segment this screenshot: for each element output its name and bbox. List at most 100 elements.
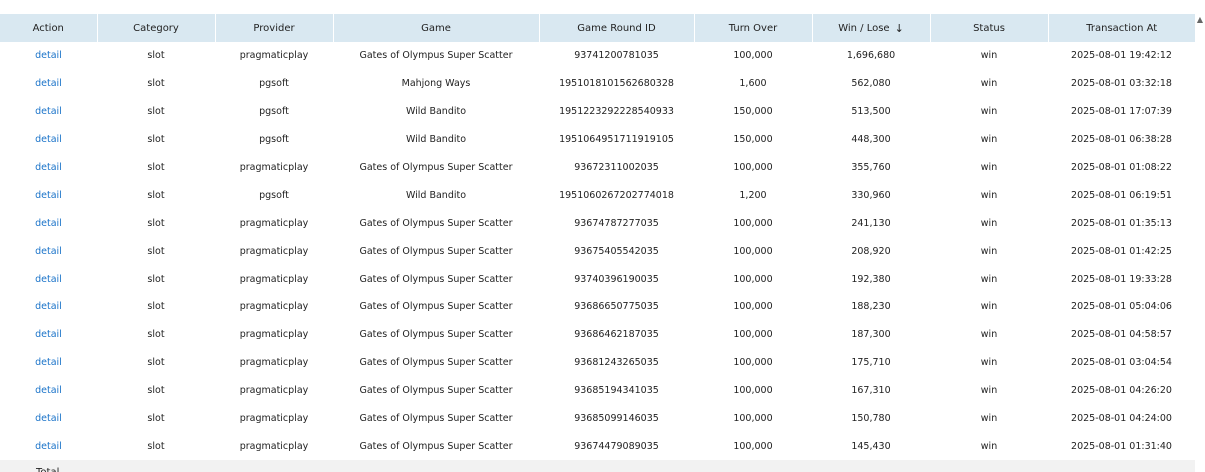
- game-cell: Gates of Olympus Super Scatter: [359, 217, 513, 229]
- table-header-row: Action Category Provider Game Game Round…: [0, 14, 1195, 42]
- column-header-status[interactable]: Status: [930, 14, 1049, 42]
- detail-link[interactable]: detail: [0, 42, 97, 70]
- transaction-at-cell: 2025-08-01 17:07:39: [1071, 106, 1172, 118]
- detail-link[interactable]: detail: [0, 181, 97, 209]
- transactions-table: Action Category Provider Game Game Round…: [0, 14, 1195, 472]
- category-cell: slot: [147, 217, 165, 229]
- provider-cell: pgsoft: [259, 106, 289, 118]
- table-row: detail slot pragmaticplay Gates of Olympus …: [0, 349, 1195, 377]
- status-cell: win: [980, 217, 998, 229]
- turn-over-cell: 150,000: [733, 134, 773, 146]
- scroll-up-arrow-icon[interactable]: ▲: [1195, 14, 1205, 26]
- turn-over-cell: 100,000: [733, 385, 773, 397]
- provider-cell: pragmaticplay: [239, 50, 309, 62]
- table-row: detail slot pgsoft Wild Bandito 195106495171…: [0, 126, 1195, 154]
- provider-cell: pgsoft: [259, 78, 289, 90]
- game-cell: Gates of Olympus Super Scatter: [359, 273, 513, 285]
- table-footer-row: Total: [0, 460, 1195, 472]
- status-cell: win: [980, 245, 998, 257]
- category-cell: slot: [147, 273, 165, 285]
- column-header-game[interactable]: Game: [333, 14, 540, 42]
- detail-link[interactable]: detail: [0, 70, 97, 98]
- detail-link[interactable]: detail: [0, 349, 97, 377]
- game-round-id-cell: 93672311002035: [574, 162, 659, 173]
- win-lose-cell: 448,300: [851, 134, 891, 146]
- game-cell: Gates of Olympus Super Scatter: [359, 385, 513, 397]
- column-header-transaction-at[interactable]: Transaction At: [1048, 14, 1195, 42]
- transaction-at-cell: 2025-08-01 01:31:40: [1071, 440, 1172, 452]
- game-round-id-cell: 93681243265035: [574, 357, 659, 369]
- provider-cell: pragmaticplay: [239, 440, 309, 452]
- detail-link[interactable]: detail: [0, 293, 97, 321]
- game-round-id-cell: 93740396190035: [574, 273, 659, 285]
- table-row: detail slot pragmaticplay Gates of Olympus …: [0, 377, 1195, 405]
- win-lose-cell: 192,380: [851, 273, 891, 285]
- status-cell: win: [980, 273, 998, 285]
- status-cell: win: [980, 440, 998, 452]
- detail-link[interactable]: detail: [0, 377, 97, 405]
- win-lose-cell: 330,960: [851, 189, 891, 201]
- status-cell: win: [980, 50, 998, 62]
- category-cell: slot: [147, 106, 165, 118]
- table-row: detail slot pragmaticplay Gates of Olympus …: [0, 321, 1195, 349]
- detail-link[interactable]: detail: [0, 209, 97, 237]
- total-label: Total: [0, 460, 97, 472]
- detail-link[interactable]: detail: [0, 432, 97, 460]
- win-lose-cell: 562,080: [851, 78, 891, 90]
- transaction-at-cell: 2025-08-01 19:42:12: [1071, 50, 1172, 62]
- column-header-win-lose[interactable]: Win / Lose ↓: [812, 14, 931, 42]
- transaction-at-cell: 2025-08-01 03:04:54: [1071, 357, 1172, 369]
- detail-link[interactable]: detail: [0, 237, 97, 265]
- footer-cell: [539, 460, 694, 472]
- turn-over-cell: 100,000: [733, 413, 773, 425]
- turn-over-cell: 100,000: [733, 357, 773, 369]
- table-body: detail slot pragmaticplay Gates of Olympus …: [0, 42, 1195, 460]
- game-cell: Gates of Olympus Super Scatter: [359, 329, 513, 341]
- win-lose-cell: 241,130: [851, 217, 891, 229]
- transactions-page: Action Category Provider Game Game Round…: [0, 0, 1205, 472]
- provider-cell: pragmaticplay: [239, 329, 309, 341]
- status-cell: win: [980, 329, 998, 341]
- table-row: detail slot pragmaticplay Gates of Olympus …: [0, 42, 1195, 70]
- game-round-id-cell: 93674787277035: [574, 217, 659, 229]
- detail-link[interactable]: detail: [0, 98, 97, 126]
- category-cell: slot: [147, 301, 165, 313]
- detail-link[interactable]: detail: [0, 265, 97, 293]
- category-cell: slot: [147, 385, 165, 397]
- transaction-at-cell: 2025-08-01 01:42:25: [1071, 245, 1172, 257]
- transaction-at-cell: 2025-08-01 04:58:57: [1071, 329, 1172, 341]
- footer-cell: [812, 460, 930, 472]
- detail-link[interactable]: detail: [0, 154, 97, 182]
- win-lose-cell: 150,780: [851, 413, 891, 425]
- column-header-provider[interactable]: Provider: [215, 14, 334, 42]
- footer-cell: [1048, 460, 1195, 472]
- table-row: detail slot pgsoft Mahjong Ways 195101810156…: [0, 70, 1195, 98]
- win-lose-cell: 208,920: [851, 245, 891, 257]
- table-row: detail slot pragmaticplay Gates of Olympus …: [0, 293, 1195, 321]
- status-cell: win: [980, 189, 998, 201]
- provider-cell: pgsoft: [259, 134, 289, 146]
- category-cell: slot: [147, 329, 165, 341]
- game-round-id-cell: 1951060267202774018: [559, 189, 674, 201]
- column-header-category[interactable]: Category: [97, 14, 216, 42]
- column-header-action[interactable]: Action: [0, 14, 98, 42]
- column-header-turn-over[interactable]: Turn Over: [694, 14, 813, 42]
- footer-cell: [333, 460, 539, 472]
- category-cell: slot: [147, 162, 165, 173]
- status-cell: win: [980, 385, 998, 397]
- detail-link[interactable]: detail: [0, 321, 97, 349]
- category-cell: slot: [147, 78, 165, 90]
- detail-link[interactable]: detail: [0, 126, 97, 154]
- game-cell: Wild Bandito: [405, 189, 467, 201]
- game-round-id-cell: 93674479089035: [574, 440, 659, 452]
- turn-over-cell: 150,000: [733, 106, 773, 118]
- game-round-id-cell: 1951064951711919105: [559, 134, 674, 146]
- provider-cell: pgsoft: [259, 189, 289, 201]
- transaction-at-cell: 2025-08-01 05:04:06: [1071, 301, 1172, 313]
- turn-over-cell: 1,600: [739, 78, 767, 90]
- win-lose-cell: 175,710: [851, 357, 891, 369]
- transaction-at-cell: 2025-08-01 04:26:20: [1071, 385, 1172, 397]
- detail-link[interactable]: detail: [0, 405, 97, 433]
- column-header-game-round-id[interactable]: Game Round ID: [539, 14, 695, 42]
- arrow-down-icon[interactable]: ↓: [895, 22, 904, 35]
